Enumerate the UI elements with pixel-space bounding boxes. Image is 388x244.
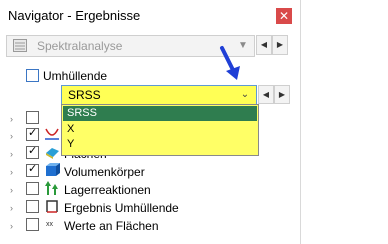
option-y[interactable]: Y — [63, 137, 257, 152]
surface-icon — [46, 148, 59, 159]
combination-rule-value: SRSS — [68, 88, 101, 102]
tree-checkbox-reactions[interactable] — [26, 182, 39, 195]
result-envelope-label: Ergebnis Umhüllende — [64, 201, 179, 215]
tree-checkbox-1[interactable] — [26, 111, 39, 124]
solids-label: Volumenkörper — [64, 165, 145, 179]
envelope-label: Umhüllende — [43, 69, 108, 83]
envelope-checkbox[interactable] — [26, 69, 39, 82]
close-button[interactable]: ✕ — [276, 8, 292, 24]
svg-text:xx: xx — [46, 221, 54, 228]
expand-arrow-icon[interactable]: › — [10, 149, 18, 159]
combination-rule-list: SRSS X Y — [61, 104, 259, 156]
chevron-down-icon: ⌄ — [240, 89, 250, 100]
surface-values-label: Werte an Flächen — [64, 219, 159, 233]
tree-checkbox-solids[interactable] — [26, 162, 39, 177]
expand-arrow-icon[interactable]: › — [10, 131, 18, 141]
arrow-annotation-icon — [220, 46, 240, 80]
previous-button[interactable]: ◀ — [258, 85, 274, 104]
previous-button[interactable]: ◀ — [256, 35, 272, 55]
next-button[interactable]: ▶ — [274, 85, 290, 104]
expand-arrow-icon[interactable]: › — [10, 221, 18, 231]
tree-checkbox-envelope[interactable] — [26, 200, 39, 213]
expand-arrow-icon[interactable]: › — [10, 114, 18, 124]
line-result-icon — [45, 128, 59, 140]
option-x[interactable]: X — [63, 122, 257, 137]
tree-checkbox-surface-values[interactable] — [26, 218, 39, 231]
result-type-value: Spektralanalyse — [37, 39, 123, 53]
navigator-panel: Navigator - Ergebnisse ✕ Spektralanalyse… — [0, 0, 301, 244]
spectral-icon — [13, 39, 27, 52]
expand-arrow-icon[interactable]: › — [10, 203, 18, 213]
surface-values-icon: xx — [45, 218, 59, 230]
combination-rule-dropdown[interactable]: SRSS ⌄ — [61, 85, 257, 106]
next-button[interactable]: ▶ — [272, 35, 288, 55]
reactions-label: Lagerreaktionen — [64, 183, 151, 197]
panel-title: Navigator - Ergebnisse — [8, 8, 141, 23]
solid-icon — [46, 163, 60, 176]
tree-checkbox-2[interactable] — [26, 126, 39, 141]
expand-arrow-icon[interactable]: › — [10, 167, 18, 177]
envelope-result-icon — [46, 200, 58, 213]
support-reactions-icon — [45, 181, 58, 195]
option-srss[interactable]: SRSS — [63, 106, 257, 121]
expand-arrow-icon[interactable]: › — [10, 185, 18, 195]
tree-checkbox-surfaces[interactable] — [26, 144, 39, 159]
